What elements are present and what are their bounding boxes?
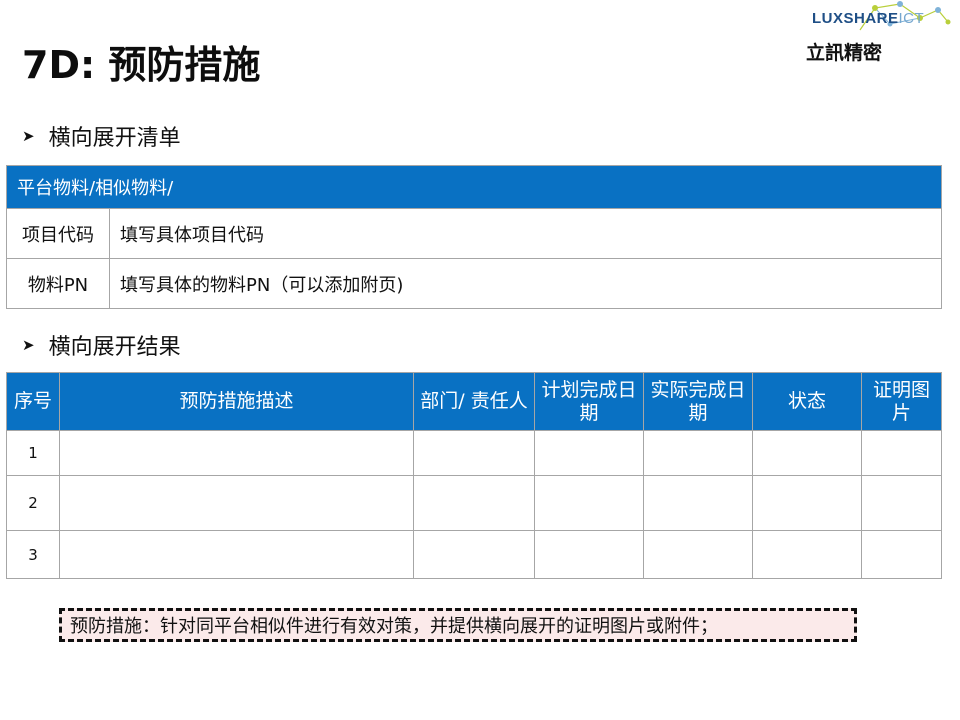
row-number: 1 bbox=[6, 430, 60, 476]
cell-status[interactable] bbox=[752, 475, 862, 531]
arrow-bullet-icon: ➤ bbox=[22, 336, 35, 354]
cell-planned-date[interactable] bbox=[534, 530, 644, 579]
checklist-table: 平台物料/相似物料/ 项目代码 填写具体项目代码 物料PN 填写具体的物料PN（… bbox=[6, 165, 942, 309]
cell-planned-date[interactable] bbox=[534, 475, 644, 531]
row-label: 物料PN bbox=[6, 258, 110, 309]
cell-evidence[interactable] bbox=[861, 475, 942, 531]
table-row: 物料PN 填写具体的物料PN（可以添加附页) bbox=[6, 258, 942, 309]
col-header-evidence: 证明图片 bbox=[861, 372, 942, 431]
cell-description[interactable] bbox=[59, 530, 414, 579]
table-header-row: 序号 预防措施描述 部门/ 责任人 计划完成日期 实际完成日期 状态 证明图片 bbox=[6, 372, 942, 431]
arrow-bullet-icon: ➤ bbox=[22, 127, 35, 145]
table-header-row: 平台物料/相似物料/ bbox=[6, 165, 942, 209]
note-box: 预防措施：针对同平台相似件进行有效对策，并提供横向展开的证明图片或附件； bbox=[59, 608, 857, 642]
row-number: 2 bbox=[6, 475, 60, 531]
cell-status[interactable] bbox=[752, 530, 862, 579]
table-header-cell: 平台物料/相似物料/ bbox=[6, 165, 942, 209]
row-value[interactable]: 填写具体的物料PN（可以添加附页) bbox=[109, 258, 942, 309]
col-header-status: 状态 bbox=[752, 372, 862, 431]
col-header-actual-date: 实际完成日期 bbox=[643, 372, 753, 431]
col-header-no: 序号 bbox=[6, 372, 60, 431]
section-heading-text: 横向展开清单 bbox=[48, 126, 181, 151]
company-logo: LUXSHAREICT 立訊精密 bbox=[800, 0, 960, 70]
col-header-owner: 部门/ 责任人 bbox=[413, 372, 535, 431]
cell-evidence[interactable] bbox=[861, 430, 942, 476]
table-row: 1 bbox=[6, 430, 942, 476]
logo-brand-main: LUXSHARE bbox=[812, 10, 899, 27]
cell-owner[interactable] bbox=[413, 475, 535, 531]
results-table: 序号 预防措施描述 部门/ 责任人 计划完成日期 实际完成日期 状态 证明图片 … bbox=[6, 372, 942, 579]
cell-description[interactable] bbox=[59, 430, 414, 476]
row-number: 3 bbox=[6, 530, 60, 579]
cell-owner[interactable] bbox=[413, 530, 535, 579]
row-label: 项目代码 bbox=[6, 208, 110, 259]
cell-description[interactable] bbox=[59, 475, 414, 531]
table-row: 2 bbox=[6, 475, 942, 531]
logo-brand: LUXSHAREICT bbox=[812, 10, 924, 27]
cell-evidence[interactable] bbox=[861, 530, 942, 579]
cell-actual-date[interactable] bbox=[643, 475, 753, 531]
table-row: 3 bbox=[6, 530, 942, 579]
logo-brand-suffix: ICT bbox=[898, 10, 925, 27]
col-header-description: 预防措施描述 bbox=[59, 372, 414, 431]
cell-actual-date[interactable] bbox=[643, 530, 753, 579]
cell-owner[interactable] bbox=[413, 430, 535, 476]
row-value[interactable]: 填写具体项目代码 bbox=[109, 208, 942, 259]
section-heading-checklist: ➤ 横向展开清单 bbox=[22, 120, 181, 152]
section-heading-results: ➤ 横向展开结果 bbox=[22, 329, 181, 361]
logo-subtitle: 立訊精密 bbox=[806, 42, 883, 64]
page-title: 7D: 预防措施 bbox=[22, 43, 261, 87]
col-header-planned-date: 计划完成日期 bbox=[534, 372, 644, 431]
cell-planned-date[interactable] bbox=[534, 430, 644, 476]
table-row: 项目代码 填写具体项目代码 bbox=[6, 208, 942, 259]
cell-actual-date[interactable] bbox=[643, 430, 753, 476]
cell-status[interactable] bbox=[752, 430, 862, 476]
section-heading-text: 横向展开结果 bbox=[48, 335, 181, 360]
